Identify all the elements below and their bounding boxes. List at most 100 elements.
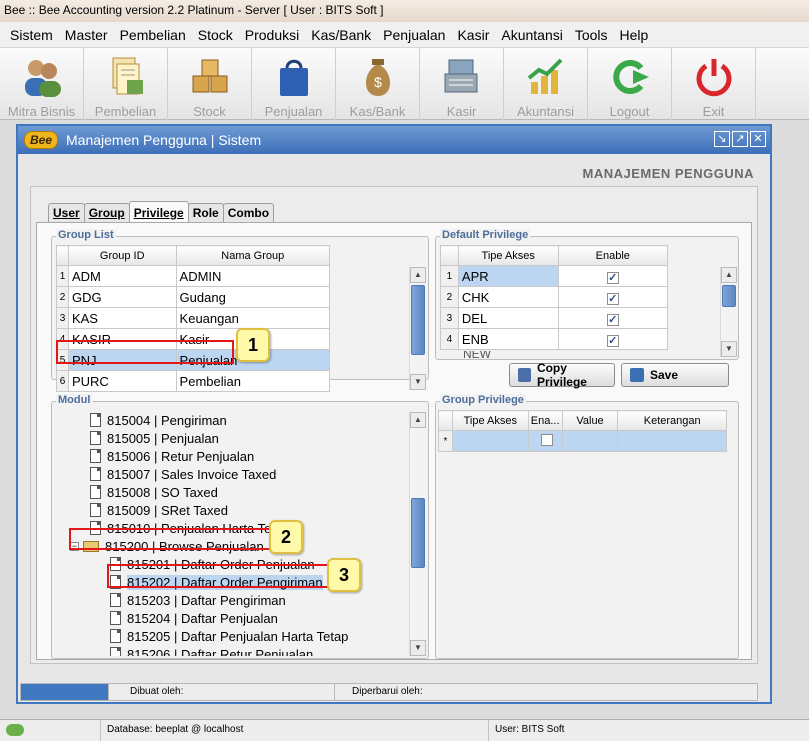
tree-node[interactable]: 815205 | Daftar Penjualan Harta Tetap [110,627,348,645]
toolbar-kasir-button[interactable]: Kasir [420,48,504,120]
annotation-box-1 [56,340,234,364]
menu-sistem[interactable]: Sistem [4,27,59,43]
column-header-value[interactable]: Value [561,410,619,431]
group-id-cell[interactable]: ADM [67,265,177,287]
tipe-akses-cell[interactable]: DEL [457,307,559,329]
group-name-cell[interactable]: ADMIN [175,265,331,287]
column-header-enable[interactable]: Enable [557,245,669,266]
enable-checkbox[interactable]: ✓ [606,313,619,326]
maximize-icon[interactable]: ↗ [732,131,748,147]
toolbar-exit-button[interactable]: Exit [672,48,756,120]
scroll-thumb[interactable] [411,285,425,355]
enable-cell[interactable]: ✓ [557,265,669,287]
tree-node[interactable]: 815008 | SO Taxed [90,483,218,501]
scroll-up-icon[interactable]: ▲ [410,267,426,283]
enable-checkbox[interactable] [540,433,553,446]
group-name-cell[interactable]: Keuangan [175,307,331,329]
menu-akuntansi[interactable]: Akuntansi [495,27,568,43]
menu-kas-bank[interactable]: Kas/Bank [305,27,377,43]
column-header-keterangan[interactable]: Keterangan [617,410,727,431]
group-id-cell[interactable]: KAS [67,307,177,329]
menu-help[interactable]: Help [614,27,655,43]
keterangan-input[interactable] [617,430,727,452]
tab-group[interactable]: Group [83,203,130,222]
tipe-akses-cell[interactable]: ENB [457,328,559,350]
tree-node-label: 815204 | Daftar Penjualan [127,610,278,626]
scroll-thumb[interactable] [411,498,425,568]
enable-checkbox[interactable]: ✓ [606,292,619,305]
enable-cell[interactable] [527,430,563,452]
tree-node[interactable]: 815005 | Penjualan [90,429,219,447]
close-icon[interactable]: ✕ [750,131,766,147]
enable-checkbox[interactable]: ✓ [606,271,619,284]
restore-icon[interactable]: ↘ [714,131,730,147]
tab-user[interactable]: User [48,203,85,222]
enable-cell[interactable]: ✓ [557,286,669,308]
annotation-box-3 [107,564,331,588]
tree-node[interactable]: 815204 | Daftar Penjualan [110,609,278,627]
table-row[interactable]: 3 KAS Keuangan [56,307,331,329]
menu-kasir[interactable]: Kasir [451,27,495,43]
tree-node-label: 815005 | Penjualan [107,430,219,446]
column-header-tipe-akses[interactable]: Tipe Akses [457,245,559,266]
tipe-akses-cell[interactable]: APR [457,265,559,287]
column-header-group-id[interactable]: Group ID [67,245,177,266]
save-button[interactable]: Save [621,363,729,387]
table-row[interactable]: 3 DEL ✓ [440,307,669,329]
new-row[interactable]: * [438,430,727,452]
tree-node[interactable]: 815007 | Sales Invoice Taxed [90,465,276,483]
modul-tree-scrollbar[interactable]: ▲ ▼ [409,412,426,656]
toolbar-mitra-bisnis-button[interactable]: Mitra Bisnis [0,48,84,120]
enable-cell[interactable]: ✓ [557,307,669,329]
enable-checkbox[interactable]: ✓ [606,334,619,347]
tree-node[interactable]: 815009 | SRet Taxed [90,501,228,519]
scroll-up-icon[interactable]: ▲ [721,267,737,283]
menu-produksi[interactable]: Produksi [239,27,305,43]
menu-penjualan[interactable]: Penjualan [377,27,451,43]
table-row[interactable]: 4 ENB ✓ [440,328,669,350]
tab-role[interactable]: Role [187,203,224,222]
column-header-nama-group[interactable]: Nama Group [175,245,331,266]
column-header-tipe-akses[interactable]: Tipe Akses [451,410,529,431]
tree-node[interactable]: 815203 | Daftar Pengiriman [110,591,286,609]
toolbar-kas-bank-button[interactable]: $ Kas/Bank [336,48,420,120]
tree-node[interactable]: 815206 | Daftar Retur Penjualan [110,645,313,656]
toolbar-pembelian-button[interactable]: Pembelian [84,48,168,120]
scroll-down-icon[interactable]: ▼ [721,341,737,357]
scroll-thumb[interactable] [722,285,736,307]
tipe-akses-input[interactable] [451,430,529,452]
toolbar-stock-button[interactable]: Stock [168,48,252,120]
default-privilege-scrollbar[interactable]: ▲ ▼ [720,267,737,357]
group-list-scrollbar[interactable]: ▲ ▼ [409,267,426,390]
callout-1: 1 [236,328,270,362]
group-name-cell[interactable]: Pembelian [175,370,331,392]
toolbar-penjualan-button[interactable]: Penjualan [252,48,336,120]
enable-cell[interactable]: ✓ [557,328,669,350]
tab-privilege[interactable]: Privilege [128,201,189,222]
group-name-cell[interactable]: Gudang [175,286,331,308]
table-row[interactable]: 2 CHK ✓ [440,286,669,308]
scroll-up-icon[interactable]: ▲ [410,412,426,428]
group-id-cell[interactable]: GDG [67,286,177,308]
menu-tools[interactable]: Tools [569,27,614,43]
menu-stock[interactable]: Stock [192,27,239,43]
table-row[interactable]: 6 PURC Pembelian [56,370,331,392]
table-row[interactable]: 2 GDG Gudang [56,286,331,308]
group-id-cell[interactable]: PURC [67,370,177,392]
scroll-down-icon[interactable]: ▼ [410,640,426,656]
column-header-enable[interactable]: Ena... [527,410,563,431]
tab-combo[interactable]: Combo [222,203,275,222]
scroll-down-icon[interactable]: ▼ [410,374,426,390]
copy-privilege-button[interactable]: Copy Privilege [509,361,615,389]
value-input[interactable] [561,430,619,452]
menu-master[interactable]: Master [59,27,114,43]
toolbar-akuntansi-button[interactable]: Akuntansi [504,48,588,120]
tree-node[interactable]: 815006 | Retur Penjualan [90,447,254,465]
table-row[interactable]: 1 ADM ADMIN [56,265,331,287]
menu-pembelian[interactable]: Pembelian [114,27,192,43]
toolbar-logout-button[interactable]: Logout [588,48,672,120]
table-row-selected[interactable]: 1 APR ✓ [440,265,669,287]
tipe-akses-cell[interactable]: CHK [457,286,559,308]
purchase-icon [112,57,143,95]
tree-node[interactable]: 815004 | Pengiriman [90,411,227,429]
